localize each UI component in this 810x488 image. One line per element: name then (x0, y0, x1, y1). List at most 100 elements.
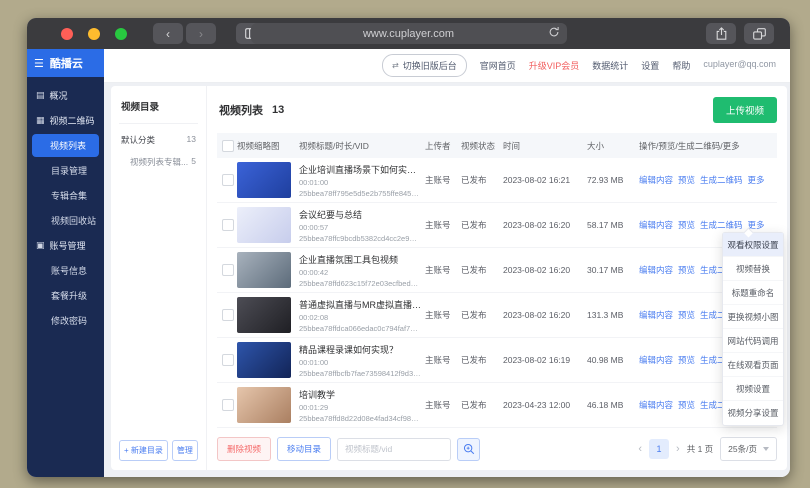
action-edit-content[interactable]: 编辑内容 (639, 354, 673, 366)
menu-item-view-permission-settings[interactable]: 观看权限设置 (723, 233, 783, 257)
nav-link-help[interactable]: 帮助 (672, 59, 690, 72)
row-checkbox[interactable] (222, 174, 234, 186)
back-icon[interactable]: ‹ (153, 23, 183, 44)
prev-page-icon[interactable]: ‹ (638, 443, 642, 455)
action-preview[interactable]: 预览 (678, 399, 695, 411)
menu-item-title-rename[interactable]: 标题重命名 (723, 281, 783, 305)
action-generate-qrcode[interactable]: 生成二维码 (700, 219, 743, 231)
list-footer: 删除视频 移动目录 ‹ 1 › 共 1 页 (217, 428, 777, 461)
actions-cell: 编辑内容预览生成二维码更多 (639, 174, 777, 186)
manage-button[interactable]: 管理 (171, 440, 198, 461)
video-title: 企业培训直播场景下如何实现异地嘉宾连麦 (299, 164, 421, 175)
nav-link-settings[interactable]: 设置 (641, 59, 659, 72)
sidebar-menu: ▤ 概况 ▦ 视频二维码视频列表目录管理 专辑合集 视频回收站 ▣ 账号管理 账号信息 套餐升级修… (27, 77, 104, 333)
action-preview[interactable]: 预览 (678, 354, 695, 366)
action-preview[interactable]: 预览 (678, 219, 695, 231)
sidebar-item-change-password[interactable]: 修改密码 (27, 308, 104, 333)
directory-item-label: 视频列表专辑... (130, 157, 189, 167)
menu-item-site-code-embed[interactable]: 网站代码调用 (723, 329, 783, 353)
directory-item-video-list-album[interactable]: 视频列表专辑... 5 (119, 146, 198, 168)
nav-link-email[interactable]: cuplayer@qq.com (703, 59, 776, 72)
row-checkbox[interactable] (222, 219, 234, 231)
upload-video-button[interactable]: 上传视频 (712, 97, 777, 123)
menu-item-video-settings[interactable]: 视频设置 (723, 377, 783, 401)
action-edit-content[interactable]: 编辑内容 (639, 309, 673, 321)
title-cell: 企业培训直播场景下如何实现异地嘉宾连麦 00:01:0025bbea78ff795… (299, 163, 425, 198)
hamburger-menu-icon[interactable]: ☰ (34, 57, 44, 70)
nav-link-home[interactable]: 官网首页 (480, 59, 516, 72)
content-card: 视频目录 默认分类 13 视频列表专辑... 5 + 新建目录 管理 视频列表 13 … (111, 86, 787, 470)
sidebar-item-account-management[interactable]: ▣ 账号管理 (27, 233, 104, 258)
action-preview[interactable]: 预览 (678, 309, 695, 321)
select-all-checkbox[interactable] (222, 139, 234, 152)
forward-icon[interactable]: › (186, 23, 216, 44)
action-edit-content[interactable]: 编辑内容 (639, 264, 673, 276)
move-directory-button[interactable]: 移动目录 (277, 437, 332, 461)
sidebar-item-video-list[interactable]: 视频列表 (32, 134, 99, 157)
action-generate-qrcode[interactable]: 生成二维码 (700, 174, 743, 186)
directory-item-default-category[interactable]: 默认分类 13 (119, 124, 198, 146)
row-checkbox[interactable] (222, 354, 234, 366)
action-more[interactable]: 更多 (748, 174, 765, 186)
video-thumbnail[interactable] (237, 162, 291, 198)
row-checkbox[interactable] (222, 264, 234, 276)
menu-item-video-replace[interactable]: 视频替换 (723, 257, 783, 281)
search-button[interactable] (457, 437, 481, 461)
search-input[interactable] (337, 437, 452, 461)
delete-video-button[interactable]: 删除视频 (217, 437, 272, 461)
close-window-icon[interactable] (61, 27, 73, 40)
sidebar-item-overview[interactable]: ▤ 概况 (27, 83, 104, 108)
sidebar-item-directory-management[interactable]: 目录管理 (27, 158, 104, 183)
current-page[interactable]: 1 (649, 439, 670, 459)
url-text: www.cuplayer.com (362, 27, 455, 40)
uploader-cell: 主账号 (425, 355, 451, 365)
sidebar-item-plan-upgrade[interactable]: 套餐升级 (27, 283, 104, 308)
action-preview[interactable]: 预览 (678, 174, 695, 186)
title-cell: 企业直播氛围工具包视频 00:00:42 25bbea78ffd623c15f72e… (299, 253, 425, 288)
sidebar-item-video-qrcode[interactable]: ▦ 视频二维码 (27, 108, 104, 133)
new-directory-button[interactable]: + 新建目录 (119, 440, 168, 461)
uploader-cell: 主账号 (425, 265, 451, 275)
action-edit-content[interactable]: 编辑内容 (639, 174, 673, 186)
nav-link-stats[interactable]: 数据统计 (592, 59, 628, 72)
title-cell: 普通虚拟直播与MR虚拟直播的区别 00:02:0825bbea78ffdca066… (299, 298, 425, 333)
address-bar[interactable]: www.cuplayer.com (250, 23, 567, 44)
next-page-icon[interactable]: › (676, 443, 680, 455)
video-thumbnail[interactable] (237, 252, 291, 288)
action-edit-content[interactable]: 编辑内容 (639, 399, 673, 411)
video-title: 培训教学 (299, 389, 336, 400)
video-vid: 25bbea78ff795e5d5e2b755ffe845de9_2 (299, 188, 421, 198)
refresh-icon[interactable] (548, 26, 560, 41)
action-preview[interactable]: 预览 (678, 264, 695, 276)
video-thumbnail[interactable] (237, 207, 291, 243)
title-cell: 培训教学 00:01:29 25bbea78ffd8d22d08e4fad34cf9… (299, 388, 425, 423)
content-column: ⇄ 切换旧版后台 官网首页 升级VIP会员 数据统计 设置 帮助 cuplayer@qq.… (104, 49, 790, 477)
page-title: 视频列表 (219, 105, 263, 117)
minimize-window-icon[interactable] (88, 27, 100, 40)
video-thumbnail[interactable] (237, 387, 291, 423)
action-edit-content[interactable]: 编辑内容 (639, 219, 673, 231)
size-cell: 30.17 MB (587, 265, 624, 275)
size-cell: 72.93 MB (587, 175, 624, 185)
menu-item-video-share-settings[interactable]: 视频分享设置 (723, 401, 783, 425)
tabs-overview-icon[interactable] (744, 23, 774, 44)
directory-footer: + 新建目录 管理 (119, 440, 198, 461)
share-icon[interactable] (706, 23, 736, 44)
menu-item-change-video-thumbnail[interactable]: 更换视频小图 (723, 305, 783, 329)
row-checkbox[interactable] (222, 309, 234, 321)
table-row: 会议纪要与总结 00:00:57 25bbea78ffc9bcdb5382cd4cc… (217, 203, 777, 248)
size-cell: 40.98 MB (587, 355, 624, 365)
video-thumbnail[interactable] (237, 342, 291, 378)
sidebar-item-album-collection[interactable]: 专辑合集 (27, 183, 104, 208)
video-thumbnail[interactable] (237, 297, 291, 333)
row-checkbox[interactable] (222, 399, 234, 411)
sidebar-item-label: 视频列表 (50, 141, 87, 151)
switch-old-version-button[interactable]: ⇄ 切换旧版后台 (382, 54, 467, 77)
sidebar-item-account-info[interactable]: 账号信息 (27, 258, 104, 283)
per-page-select[interactable]: 25条/页 (720, 437, 777, 461)
menu-item-online-watch-page[interactable]: 在线观看页面 (723, 353, 783, 377)
sidebar-item-video-recycle-bin[interactable]: 视频回收站 (27, 208, 104, 233)
table-row: 企业培训直播场景下如何实现异地嘉宾连麦 00:01:0025bbea78ff795… (217, 158, 777, 203)
maximize-window-icon[interactable] (115, 27, 127, 40)
nav-link-vip[interactable]: 升级VIP会员 (529, 59, 580, 72)
